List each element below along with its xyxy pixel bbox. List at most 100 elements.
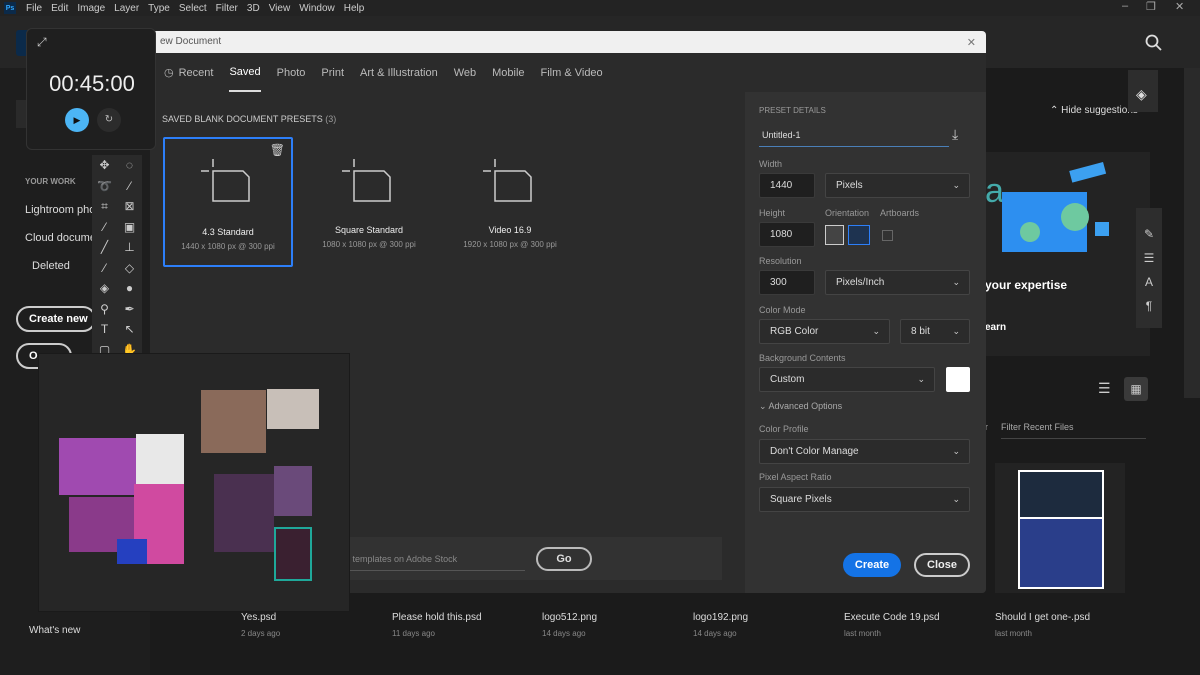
menu-3d[interactable]: 3D	[247, 3, 260, 14]
list-view-icon[interactable]: ☰	[1098, 380, 1111, 397]
dodge-tool-icon[interactable]: ⚲	[92, 302, 117, 316]
history-brush-icon[interactable]: ⁄	[92, 261, 117, 275]
document-name-input[interactable]: Untitled-1	[759, 130, 949, 147]
trash-icon[interactable]: 🗑	[270, 143, 285, 157]
tab-recent[interactable]: ◷ Recent	[164, 53, 213, 92]
blur-tool-icon[interactable]: ●	[117, 281, 142, 295]
play-button[interactable]: ▶	[65, 108, 89, 132]
character-icon[interactable]: A	[1136, 270, 1162, 294]
tab-film-video[interactable]: Film & Video	[541, 53, 603, 92]
advanced-options-toggle[interactable]: ⌄ Advanced Options	[759, 401, 842, 412]
lasso-tool-icon[interactable]: ➰	[92, 179, 117, 193]
tab-art-illustration[interactable]: Art & Illustration	[360, 53, 438, 92]
recent-file[interactable]: Please hold this.psd 11 days ago	[392, 612, 482, 638]
landscape-orientation-button[interactable]	[848, 225, 870, 245]
eraser-icon[interactable]: ◇	[117, 261, 142, 275]
search-icon[interactable]	[1145, 34, 1163, 52]
paint-bucket-icon[interactable]: ◈	[92, 281, 117, 295]
sidebar-home-item[interactable]	[16, 100, 26, 128]
color-mode-select[interactable]: RGB Color ⌄	[759, 319, 890, 344]
menu-layer[interactable]: Layer	[114, 3, 139, 14]
tab-print[interactable]: Print	[321, 53, 344, 92]
resolution-label: Resolution	[759, 256, 802, 266]
background-select[interactable]: Custom ⌄	[759, 367, 935, 392]
frame-tool-icon[interactable]: ⊠	[117, 199, 142, 213]
crop-tool-icon[interactable]: ⌗	[92, 199, 117, 214]
menu-filter[interactable]: Filter	[216, 3, 238, 14]
tab-web[interactable]: Web	[454, 53, 476, 92]
scrollbar[interactable]	[1184, 68, 1200, 398]
resolution-input[interactable]: 300	[759, 270, 815, 295]
pen-tool-icon[interactable]: ✒	[117, 302, 142, 316]
expand-icon[interactable]: ⤢	[37, 35, 47, 50]
whats-new-link[interactable]: What's new	[29, 625, 80, 636]
stock-search-input[interactable]: e templates on Adobe Stock	[345, 554, 525, 571]
create-new-button[interactable]: Create new	[16, 306, 96, 332]
menu-select[interactable]: Select	[179, 3, 207, 14]
collage-photo	[136, 434, 184, 484]
recent-file[interactable]: Execute Code 19.psd last month	[844, 612, 940, 638]
go-button[interactable]: Go	[536, 547, 592, 571]
dialog-close-icon[interactable]: ✕	[967, 36, 976, 49]
tab-saved[interactable]: Saved	[229, 53, 261, 92]
pixel-aspect-select[interactable]: Square Pixels ⌄	[759, 487, 970, 512]
menu-image[interactable]: Image	[77, 3, 105, 14]
stamp-tool-icon[interactable]: ⊥	[117, 240, 142, 254]
preset-card[interactable]: 🗑 4.3 Standard 1440 x 1080 px @ 300 ppi	[163, 137, 293, 267]
path-selection-icon[interactable]: ↖	[117, 322, 142, 336]
create-button[interactable]: Create	[843, 553, 901, 577]
background-color-swatch[interactable]	[946, 367, 970, 392]
selected-collage-photo[interactable]	[274, 527, 312, 581]
tab-photo[interactable]: Photo	[277, 53, 306, 92]
color-profile-label: Color Profile	[759, 424, 809, 434]
recent-file[interactable]: Yes.psd 2 days ago	[241, 612, 280, 638]
tab-label: Mobile	[492, 66, 525, 79]
resolution-unit-select[interactable]: Pixels/Inch ⌄	[825, 270, 970, 295]
recent-file[interactable]: Should I get one-.psd last month	[995, 612, 1090, 638]
tab-mobile[interactable]: Mobile	[492, 53, 524, 92]
preset-card[interactable]: Square Standard 1080 x 1080 px @ 300 ppi	[304, 137, 434, 267]
menu-help[interactable]: Help	[344, 3, 365, 14]
menu-view[interactable]: View	[269, 3, 291, 14]
menu-window[interactable]: Window	[299, 3, 335, 14]
type-tool-icon[interactable]: T	[92, 322, 117, 336]
filter-recent-input[interactable]: Filter Recent Files	[1001, 422, 1146, 439]
close-button[interactable]: Close	[914, 553, 970, 577]
menu-edit[interactable]: Edit	[51, 3, 68, 14]
menu-type[interactable]: Type	[148, 3, 170, 14]
bit-depth-select[interactable]: 8 bit ⌄	[900, 319, 970, 344]
brush-settings-icon[interactable]: ✎	[1136, 222, 1162, 246]
sidebar-item-lightroom[interactable]: Lightroom pho	[25, 204, 95, 216]
color-profile-select[interactable]: Don't Color Manage ⌄	[759, 439, 970, 464]
restore-button[interactable]: ❐	[1146, 0, 1156, 13]
eyedropper-icon[interactable]: ⁄	[92, 220, 117, 234]
menu-file[interactable]: File	[26, 3, 42, 14]
sidebar-item-cloud[interactable]: Cloud docume	[25, 232, 96, 244]
layers-panel-collapsed[interactable]: ◈	[1128, 70, 1158, 112]
width-input[interactable]: 1440	[759, 173, 815, 198]
adjustments-icon[interactable]: ☰	[1136, 246, 1162, 270]
marquee-tool-icon[interactable]: ◌	[117, 158, 142, 172]
close-window-button[interactable]: ✕	[1175, 0, 1184, 13]
suggestion-card[interactable]: a your expertise earn	[985, 152, 1150, 356]
portrait-orientation-button[interactable]	[825, 225, 844, 245]
healing-brush-icon[interactable]: ▣	[117, 220, 142, 234]
width-unit-select[interactable]: Pixels ⌄	[825, 173, 970, 198]
artboards-checkbox[interactable]	[882, 230, 893, 241]
reset-button[interactable]: ↻	[97, 108, 121, 132]
sidebar-item-deleted[interactable]: Deleted	[32, 260, 70, 272]
brush-tool-icon[interactable]: ╱	[92, 240, 117, 254]
paragraph-icon[interactable]: ¶	[1136, 294, 1162, 318]
preset-card[interactable]: Video 16.9 1920 x 1080 px @ 300 ppi	[445, 137, 575, 267]
save-preset-icon[interactable]: ⤓	[952, 126, 958, 143]
grid-view-icon[interactable]: ▦	[1124, 377, 1148, 401]
suggestion-link[interactable]: earn	[985, 322, 1006, 333]
recent-file[interactable]: logo512.png 14 days ago	[542, 612, 597, 638]
recent-thumbnail[interactable]	[995, 463, 1125, 593]
hide-suggestions-button[interactable]: ⌃ Hide suggestions	[1050, 105, 1138, 116]
move-tool-icon[interactable]: ✥	[92, 158, 117, 172]
height-input[interactable]: 1080	[759, 222, 815, 247]
recent-file[interactable]: logo192.png 14 days ago	[693, 612, 748, 638]
minimize-button[interactable]: –	[1122, 0, 1128, 12]
magic-wand-icon[interactable]: ⁄	[117, 179, 142, 193]
